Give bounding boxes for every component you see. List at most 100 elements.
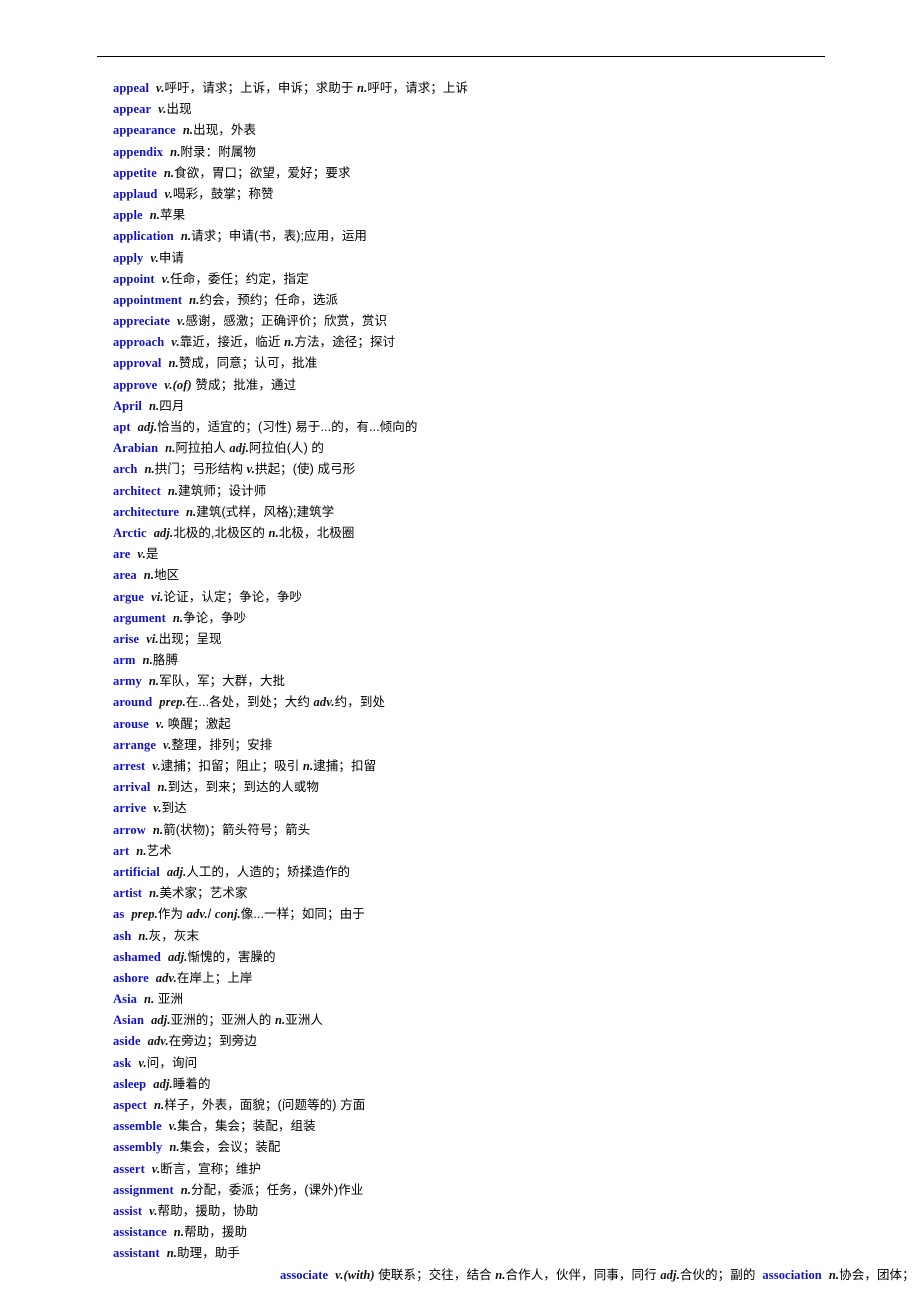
vocabulary-entry: April n.四月 (0, 396, 920, 417)
part-of-speech: v. (155, 716, 165, 731)
gloss-text: 赞成，同意；认可，批准 (178, 356, 318, 371)
gloss-text: 喝彩，鼓掌；称赞 (172, 186, 274, 201)
gloss-text: 拱门；弓形结构 (154, 462, 247, 477)
headword: arrival (113, 780, 151, 795)
part-of-speech: adj. (166, 864, 187, 879)
definition: v.是 (137, 547, 158, 561)
definition: vi.论证，认定；争论，争吵 (151, 590, 302, 604)
definition: n.约会，预约；任命，选派 (189, 293, 338, 307)
definition: v.靠近，接近，临近 n.方法，途径；探讨 (171, 335, 395, 349)
vocabulary-entry: arrive v.到达 (0, 798, 920, 819)
definition: vi.出现；呈现 (146, 632, 221, 646)
part-of-speech: adj. (660, 1267, 680, 1282)
gloss-text: 集会，会议；装配 (179, 1140, 281, 1155)
headword: assembly (113, 1140, 163, 1155)
vocabulary-entry: Asian adj.亚洲的；亚洲人的 n.亚洲人 (0, 1010, 920, 1031)
vocabulary-entry: assist v.帮助，援助，协助 (0, 1201, 920, 1222)
headword: Arctic (113, 525, 147, 540)
headword: applaud (113, 186, 158, 201)
gloss-text: 出现；呈现 (158, 631, 222, 646)
part-of-speech: prep. (159, 695, 186, 710)
gloss-text: 靠近，接近，临近 (179, 335, 285, 350)
definition: n.拱门；弓形结构 v.拱起；(使) 成弓形 (144, 462, 355, 476)
headword: army (113, 674, 142, 689)
headword: architect (113, 483, 161, 498)
definition: v.呼吁，请求；上诉，申诉；求助于 n.呼吁，请求；上诉 (156, 81, 468, 95)
definition: v. 唤醒；激起 (156, 717, 231, 731)
vocabulary-entry: argument n.争论，争吵 (0, 608, 920, 629)
part-of-speech: n. (828, 1267, 840, 1282)
definition: n.帮助，援助 (174, 1225, 247, 1239)
gloss-text: 呼吁，请求；上诉，申诉；求助于 (164, 81, 358, 95)
part-of-speech: n. (173, 1225, 185, 1240)
headword: are (113, 547, 131, 562)
part-of-speech: n. (143, 568, 155, 583)
headword: assignment (113, 1182, 174, 1197)
part-of-speech: vi. (151, 589, 164, 604)
part-of-speech: n. (180, 229, 192, 244)
part-of-speech: n. (167, 483, 179, 498)
part-of-speech: adv. (313, 695, 335, 710)
definition: v.喝彩，鼓掌；称赞 (164, 187, 273, 201)
gloss-text: 阿拉拍人 (175, 441, 230, 456)
part-of-speech: v. (150, 250, 159, 265)
vocabulary-entry: approve v.(of) 赞成；批准，通过 (0, 375, 920, 396)
vocabulary-entry: apt adj.恰当的，适宜的；(习性) 易于...的，有...倾向的 (0, 417, 920, 438)
vocabulary-entry: apple n.苹果 (0, 205, 920, 226)
gloss-text: 阿拉伯(人) 的 (248, 441, 325, 456)
document-page: appeal v.呼吁，请求；上诉，申诉；求助于 n.呼吁，请求；上诉 appear… (0, 0, 920, 1302)
gloss-text: 地区 (154, 568, 180, 583)
headword: assistance (113, 1225, 167, 1240)
gloss-text: 样子，外表，面貌；(问题等的) 方面 (164, 1098, 366, 1112)
vocabulary-entry: artist n.美术家；艺术家 (0, 883, 920, 904)
vocabulary-entry: are v.是 (0, 544, 920, 565)
gloss-text: 亚洲人 (285, 1013, 324, 1028)
part-of-speech: n. (268, 525, 279, 540)
headword: assert (113, 1161, 145, 1176)
gloss-text: 在岸上；上岸 (176, 970, 253, 985)
headword: Arabian (113, 441, 159, 456)
definition: n.军队，军；大群，大批 (149, 674, 285, 688)
definition: adv.在旁边；到旁边 (148, 1034, 257, 1048)
gloss-text: 感谢，感激；正确评价；欣赏，赏识 (185, 314, 388, 329)
headword: April (113, 398, 142, 413)
headword: appointment (113, 292, 183, 307)
definition: v.问，询问 (138, 1056, 197, 1070)
definition: n.集会，会议；装配 (169, 1140, 280, 1154)
definition: v.感谢，感激；正确评价；欣赏，赏识 (177, 314, 387, 328)
vocabulary-entry: arrival n.到达，到来；到达的人或物 (0, 777, 920, 798)
part-of-speech: v. (152, 759, 161, 773)
headword: assemble (113, 1119, 162, 1134)
definition: v.整理，排列；安排 (163, 738, 272, 752)
vocabulary-entry: assert v.断言，宣称；维护 (0, 1159, 920, 1180)
definition: n.美术家；艺术家 (149, 886, 247, 900)
vocabulary-entry: approval n.赞成，同意；认可，批准 (0, 353, 920, 374)
part-of-speech: v. (138, 1055, 147, 1070)
gloss-text: 协会，团体； (839, 1267, 915, 1282)
part-of-speech: v. (171, 335, 180, 350)
vocabulary-entry: appoint v.任命，委任；约定，指定 (0, 269, 920, 290)
definition: adj.恰当的，适宜的；(习性) 易于...的，有...倾向的 (138, 420, 418, 434)
vocabulary-entry: as prep.作为 adv./ conj.像...一样；如同；由于 (0, 904, 920, 925)
part-of-speech: adj. (151, 1013, 171, 1028)
definition: adv.在岸上；上岸 (156, 971, 253, 985)
gloss-text: 问，询问 (146, 1055, 198, 1070)
definition: v.集合，集会；装配，组装 (169, 1119, 316, 1133)
vocabulary-entry: arise vi.出现；呈现 (0, 629, 920, 650)
part-of-speech: adv. (147, 1034, 169, 1049)
headword: asleep (113, 1076, 147, 1091)
gloss-text: 合伙的；副的 (679, 1267, 756, 1282)
part-of-speech: n. (144, 462, 155, 477)
part-of-speech: n. (357, 81, 368, 95)
vocabulary-entry: arrest v.逮捕；扣留；阻止；吸引 n.逮捕；扣留 (0, 756, 920, 777)
headword: arrive (113, 801, 147, 816)
headword: ashore (113, 970, 149, 985)
gloss-text: 北极的,北极区的 (173, 525, 269, 540)
gloss-text: 申请 (158, 250, 185, 265)
headword: architecture (113, 504, 179, 519)
definition: adj.人工的，人造的；矫揉造作的 (167, 865, 350, 879)
vocabulary-entry: appeal v.呼吁，请求；上诉，申诉；求助于 n.呼吁，请求；上诉 (0, 78, 920, 99)
definition: n.赞成，同意；认可，批准 (169, 356, 318, 370)
part-of-speech: adj. (167, 949, 188, 964)
vocabulary-entry: applaud v.喝彩，鼓掌；称赞 (0, 184, 920, 205)
